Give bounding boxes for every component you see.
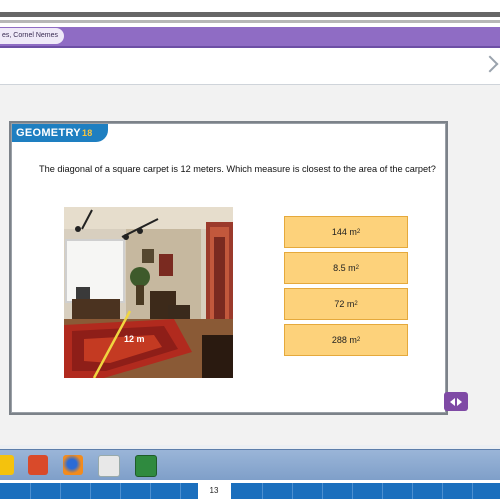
answer-exponent: 2 [354,301,358,307]
next-arrow-icon[interactable] [457,397,462,406]
page-number: 13 [209,486,219,495]
strip-divider [382,483,383,499]
firefox-icon[interactable] [63,455,83,475]
prev-next-nav-button[interactable] [444,392,468,411]
strip-divider [322,483,323,499]
author-breadcrumb: es, Cornel Nemes [0,28,65,44]
strip-divider [120,483,121,499]
page-strip-right [231,483,500,499]
answer-option-1[interactable]: 144 m2 [284,216,408,248]
question-text: The diagonal of a square carpet is 12 me… [39,164,436,174]
answer-value: 8.5 m [333,263,356,273]
strip-divider [180,483,181,499]
answer-value: 72 m [334,299,355,309]
top-divider-light [0,20,500,23]
answer-value: 288 m [331,335,357,345]
strip-divider [442,483,443,499]
chevron-right-icon[interactable] [481,55,499,73]
windows-taskbar [0,449,500,480]
bottom-pagination-strip: 13 [0,480,500,500]
previous-arrow-icon[interactable] [450,397,455,406]
strip-divider [292,483,293,499]
strip-divider [412,483,413,499]
excel-icon[interactable] [135,455,157,477]
diagonal-label: 12 m [124,334,145,344]
strip-divider [472,483,473,499]
logo-accent: 18 [81,128,93,138]
geometry-logo: GEOMETRY18 [12,124,108,142]
answer-option-3[interactable]: 72 m2 [284,288,408,320]
strip-divider [30,483,31,499]
carpet-room-photo: 12 m [64,207,233,378]
navigation-band [0,48,500,85]
answer-option-2[interactable]: 8.5 m2 [284,252,408,284]
powerpoint-icon[interactable] [28,455,48,475]
top-divider [0,12,500,17]
document-app-icon[interactable] [98,455,120,477]
answer-exponent: 2 [356,337,361,343]
strip-divider [262,483,263,499]
answer-exponent: 2 [355,265,359,271]
strip-divider [90,483,91,499]
logo-text: GEOMETRY [16,127,81,139]
course-header-bar [0,27,500,48]
answer-option-4[interactable]: 288 m2 [284,324,408,356]
answer-exponent: 2 [356,229,361,235]
answer-value: 144 m [331,227,357,237]
strip-divider [150,483,151,499]
strip-divider [352,483,353,499]
taskbar-app-icon[interactable] [0,455,14,475]
strip-divider [60,483,61,499]
browser-top-bar [0,0,500,27]
breadcrumb-text: es, Cornel Nemes [2,32,59,39]
